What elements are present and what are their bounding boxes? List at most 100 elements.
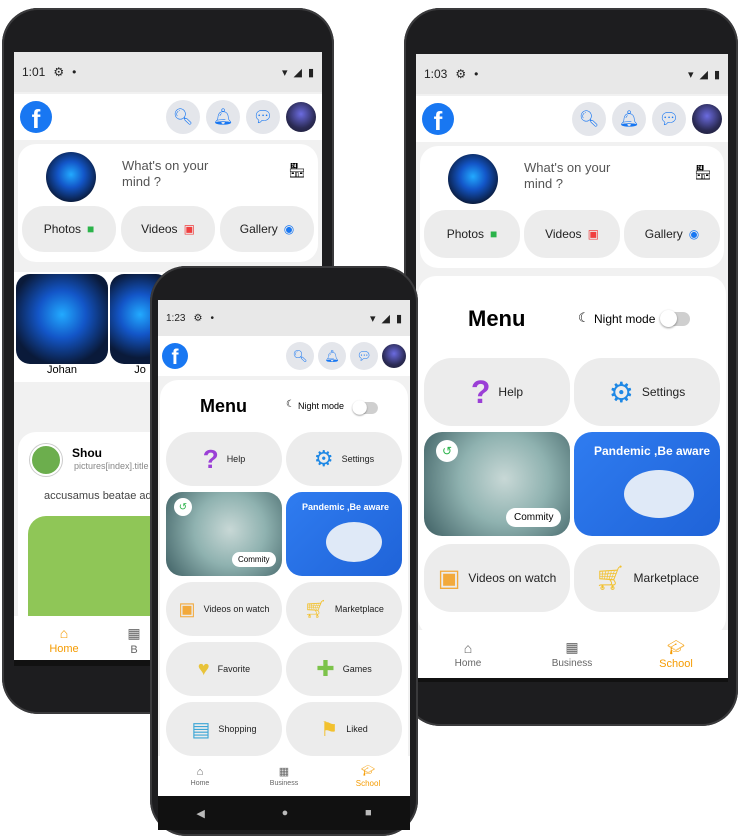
nav-school[interactable]: 🎓︎ School (624, 630, 728, 678)
nav-label: Home (49, 643, 79, 655)
facebook-logo-icon[interactable]: f (422, 103, 454, 135)
shopping-button[interactable]: ▤ Shopping (166, 702, 282, 756)
menu-title: Menu (468, 306, 526, 331)
pandemic-illustration (624, 470, 694, 518)
search-button[interactable]: 🔍︎ (286, 342, 314, 370)
favorite-button[interactable]: ♥ Favorite (166, 642, 282, 696)
profile-avatar[interactable] (286, 102, 316, 132)
community-label: Commity (506, 508, 562, 527)
notifications-button[interactable]: 🔔︎ (318, 342, 346, 370)
screen-center: 1:23 ⚙ • ▾ ◢ ▮ f 🔍︎ 🔔︎ 💬︎ Menu ☾ Night mode … (158, 300, 410, 830)
home-circle-icon[interactable]: ● (282, 807, 289, 819)
status-bar: 1:01 ⚙ • ▾ ◢ ▮ (14, 52, 322, 92)
search-button[interactable]: 🔍︎ (572, 102, 606, 136)
videos-button[interactable]: Videos ▣ (524, 210, 620, 258)
night-mode-toggle[interactable] (660, 310, 690, 327)
videos-button[interactable]: Videos ▣ (121, 206, 215, 252)
settings-button[interactable]: ⚙ Settings (574, 358, 720, 426)
favorite-label: Favorite (217, 664, 251, 674)
post-author[interactable]: Shou (72, 446, 102, 460)
post-avatar[interactable] (30, 444, 62, 476)
wifi-icon: ▾ (281, 66, 288, 79)
nav-home[interactable]: ⌂ Home (158, 756, 242, 796)
nav-business[interactable]: ▦ Business (520, 630, 624, 678)
menu-panel: Menu ☾ Night mode ? Help ⚙ Settings ↺ Comm… (160, 380, 408, 785)
messages-button[interactable]: 💬︎ (652, 102, 686, 136)
dot-icon: • (72, 65, 77, 79)
school-icon: 🎓︎ (361, 765, 375, 777)
nav-label: School (659, 657, 693, 670)
photos-button[interactable]: Photos ■ (22, 206, 116, 252)
composer-avatar[interactable] (448, 154, 498, 204)
marketplace-button[interactable]: 🛒︎ Marketplace (286, 582, 402, 636)
dot-icon: • (474, 67, 479, 81)
help-button[interactable]: ? Help (166, 432, 282, 486)
store-icon[interactable]: 🏪︎ (694, 164, 712, 181)
building-icon: ▦ (565, 639, 579, 655)
photos-button[interactable]: Photos ■ (424, 210, 520, 258)
notifications-button[interactable]: 🔔︎ (206, 100, 240, 134)
marketplace-label: Marketplace (334, 604, 384, 614)
help-label: Help (498, 385, 524, 399)
games-button[interactable]: ✚ Games (286, 642, 402, 696)
signal-icon: ◢ (293, 66, 302, 79)
profile-avatar[interactable] (382, 344, 406, 368)
phone-center: 1:23 ⚙ • ▾ ◢ ▮ f 🔍︎ 🔔︎ 💬︎ Menu ☾ Night mode … (150, 266, 418, 836)
status-bar: 1:23 ⚙ • ▾ ◢ ▮ (158, 300, 410, 336)
settings-button[interactable]: ⚙ Settings (286, 432, 402, 486)
nav-business[interactable]: ▦ Business (242, 756, 326, 796)
facebook-logo-icon[interactable]: f (162, 343, 188, 369)
recents-icon[interactable]: ■ (365, 807, 372, 819)
composer-input[interactable]: What's on your mind ? (524, 160, 634, 192)
gallery-button[interactable]: Gallery ◉ (220, 206, 314, 252)
videos-on-watch-button[interactable]: ▣ Videos on watch (424, 544, 570, 612)
marketplace-button[interactable]: 🛒︎ Marketplace (574, 544, 720, 612)
facebook-logo-icon[interactable]: f (20, 101, 52, 133)
composer-card: What's on your mind ? 🏪︎ Photos ■ Videos ▣… (18, 144, 318, 262)
story-card[interactable] (16, 274, 108, 364)
clock: 1:01 (22, 65, 46, 79)
nav-school[interactable]: 🎓︎ School (326, 756, 410, 796)
gear-icon: ⚙ (313, 446, 334, 471)
bottom-nav: ⌂ Home ▦ Business 🎓︎ School (158, 756, 410, 796)
profile-avatar[interactable] (692, 104, 722, 134)
liked-button[interactable]: ⚑ Liked (286, 702, 402, 756)
composer-input[interactable]: What's on your mind ? (122, 158, 232, 190)
search-icon: 🔍︎ (578, 111, 600, 128)
battery-icon: ▮ (395, 312, 402, 325)
menu-title: Menu (200, 396, 247, 416)
pandemic-card[interactable]: Pandemic ,Be aware (286, 492, 402, 576)
messages-button[interactable]: 💬︎ (246, 100, 280, 134)
shopping-label: Shopping (218, 724, 257, 734)
help-button[interactable]: ? Help (424, 358, 570, 426)
pandemic-illustration (326, 522, 382, 562)
composer-avatar[interactable] (46, 152, 96, 202)
marketplace-label: Marketplace (633, 571, 699, 585)
eye-icon: ◉ (688, 227, 700, 241)
nav-label: Home (454, 657, 482, 669)
dot-icon: • (210, 312, 214, 324)
pandemic-card[interactable]: Pandemic ,Be aware (574, 432, 720, 536)
messages-button[interactable]: 💬︎ (350, 342, 378, 370)
back-icon[interactable]: ◀ (196, 807, 204, 820)
community-card[interactable]: ↺ Commity (166, 492, 282, 576)
signal-icon: ◢ (381, 312, 390, 325)
search-button[interactable]: 🔍︎ (166, 100, 200, 134)
top-app-bar: f 🔍︎ 🔔︎ 💬︎ (416, 96, 728, 142)
community-card[interactable]: ↺ Commity (424, 432, 570, 536)
videos-on-watch-button[interactable]: ▣ Videos on watch (166, 582, 282, 636)
community-label: Commity (232, 552, 276, 567)
status-bar: 1:03 ⚙ • ▾ ◢ ▮ (416, 54, 728, 94)
night-mode-toggle[interactable] (352, 400, 378, 415)
bottom-nav: ⌂ Home ▦ Business 🎓︎ School (416, 630, 728, 678)
nav-business[interactable]: ▦ B (114, 616, 154, 664)
nav-home[interactable]: ⌂ Home (14, 616, 114, 664)
store-icon[interactable]: 🏪︎ (288, 162, 306, 179)
nav-home[interactable]: ⌂ Home (416, 630, 520, 678)
nav-label: School (355, 779, 381, 788)
games-label: Games (342, 664, 372, 674)
notifications-button[interactable]: 🔔︎ (612, 102, 646, 136)
gallery-button[interactable]: Gallery ◉ (624, 210, 720, 258)
search-icon: 🔍︎ (292, 349, 308, 363)
pandemic-label: Pandemic ,Be aware (302, 502, 390, 512)
